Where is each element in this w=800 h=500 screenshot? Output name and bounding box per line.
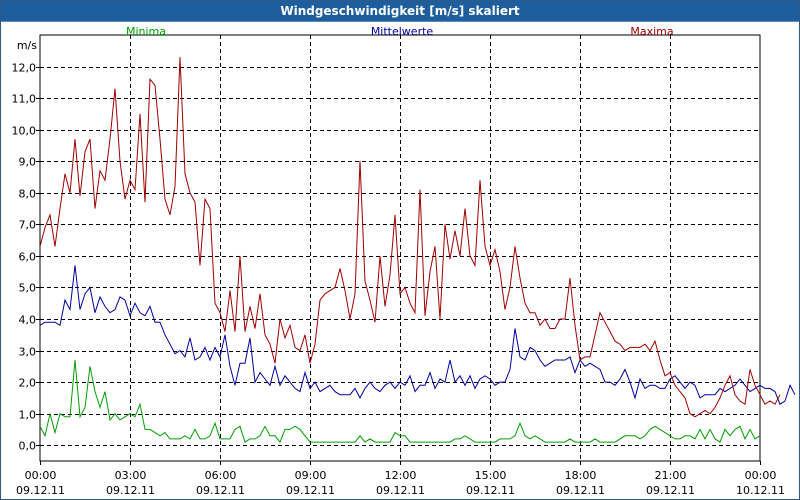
y-tick-label: 2,0 bbox=[19, 377, 37, 390]
y-tick-label: 1,0 bbox=[19, 409, 37, 422]
x-tick-date: 09.12.11 bbox=[106, 484, 155, 497]
y-tick-label: 8,0 bbox=[19, 188, 37, 201]
y-tick-label: 7,0 bbox=[19, 219, 37, 232]
x-tick-date: 10.12.11 bbox=[736, 484, 785, 497]
legend-mittelwerte: Mittelwerte bbox=[371, 25, 434, 38]
x-tick-date: 09.12.11 bbox=[196, 484, 245, 497]
y-axis-unit: m/s bbox=[17, 39, 37, 52]
y-tick-label: 6,0 bbox=[19, 251, 37, 264]
x-tick-time: 09:00 bbox=[295, 469, 327, 482]
x-tick-time: 00:00 bbox=[25, 469, 57, 482]
x-tick-time: 18:00 bbox=[565, 469, 597, 482]
x-tick-time: 00:00 bbox=[745, 469, 777, 482]
y-tick-label: 9,0 bbox=[19, 156, 37, 169]
y-tick-label: 3,0 bbox=[19, 346, 37, 359]
x-tick-date: 09.12.11 bbox=[286, 484, 335, 497]
x-tick-date: 09.12.11 bbox=[466, 484, 515, 497]
y-tick-label: 5,0 bbox=[19, 282, 37, 295]
x-tick-date: 09.12.11 bbox=[646, 484, 695, 497]
y-tick-label: 0,0 bbox=[19, 440, 37, 453]
legend-maxima: Maxima bbox=[630, 25, 673, 38]
x-tick-time: 21:00 bbox=[655, 469, 687, 482]
y-tick-label: 12,0 bbox=[12, 62, 37, 75]
x-tick-date: 09.12.11 bbox=[16, 484, 65, 497]
y-axis: 0,0 1,0 2,0 3,0 4,0 5,0 6,0 7,0 8,0 9,0 10,0 11,0 12… bbox=[12, 62, 40, 453]
legend-minima: Minima bbox=[126, 25, 166, 38]
x-tick-time: 12:00 bbox=[385, 469, 417, 482]
x-tick-date: 09.12.11 bbox=[556, 484, 605, 497]
line-chart: 0,0 1,0 2,0 3,0 4,0 5,0 6,0 7,0 8,0 9,0 10,0 11,0 12… bbox=[12, 25, 796, 497]
x-tick-time: 15:00 bbox=[475, 469, 507, 482]
x-axis: 00:00 09.12.11 03:00 09.12.11 06:00 09.12.11 0… bbox=[16, 461, 785, 497]
x-tick-time: 06:00 bbox=[205, 469, 237, 482]
y-tick-label: 10,0 bbox=[12, 125, 37, 138]
y-tick-label: 4,0 bbox=[19, 314, 37, 327]
x-tick-date: 09.12.11 bbox=[376, 484, 425, 497]
x-tick-time: 03:00 bbox=[115, 469, 147, 482]
y-tick-label: 11,0 bbox=[12, 93, 37, 106]
